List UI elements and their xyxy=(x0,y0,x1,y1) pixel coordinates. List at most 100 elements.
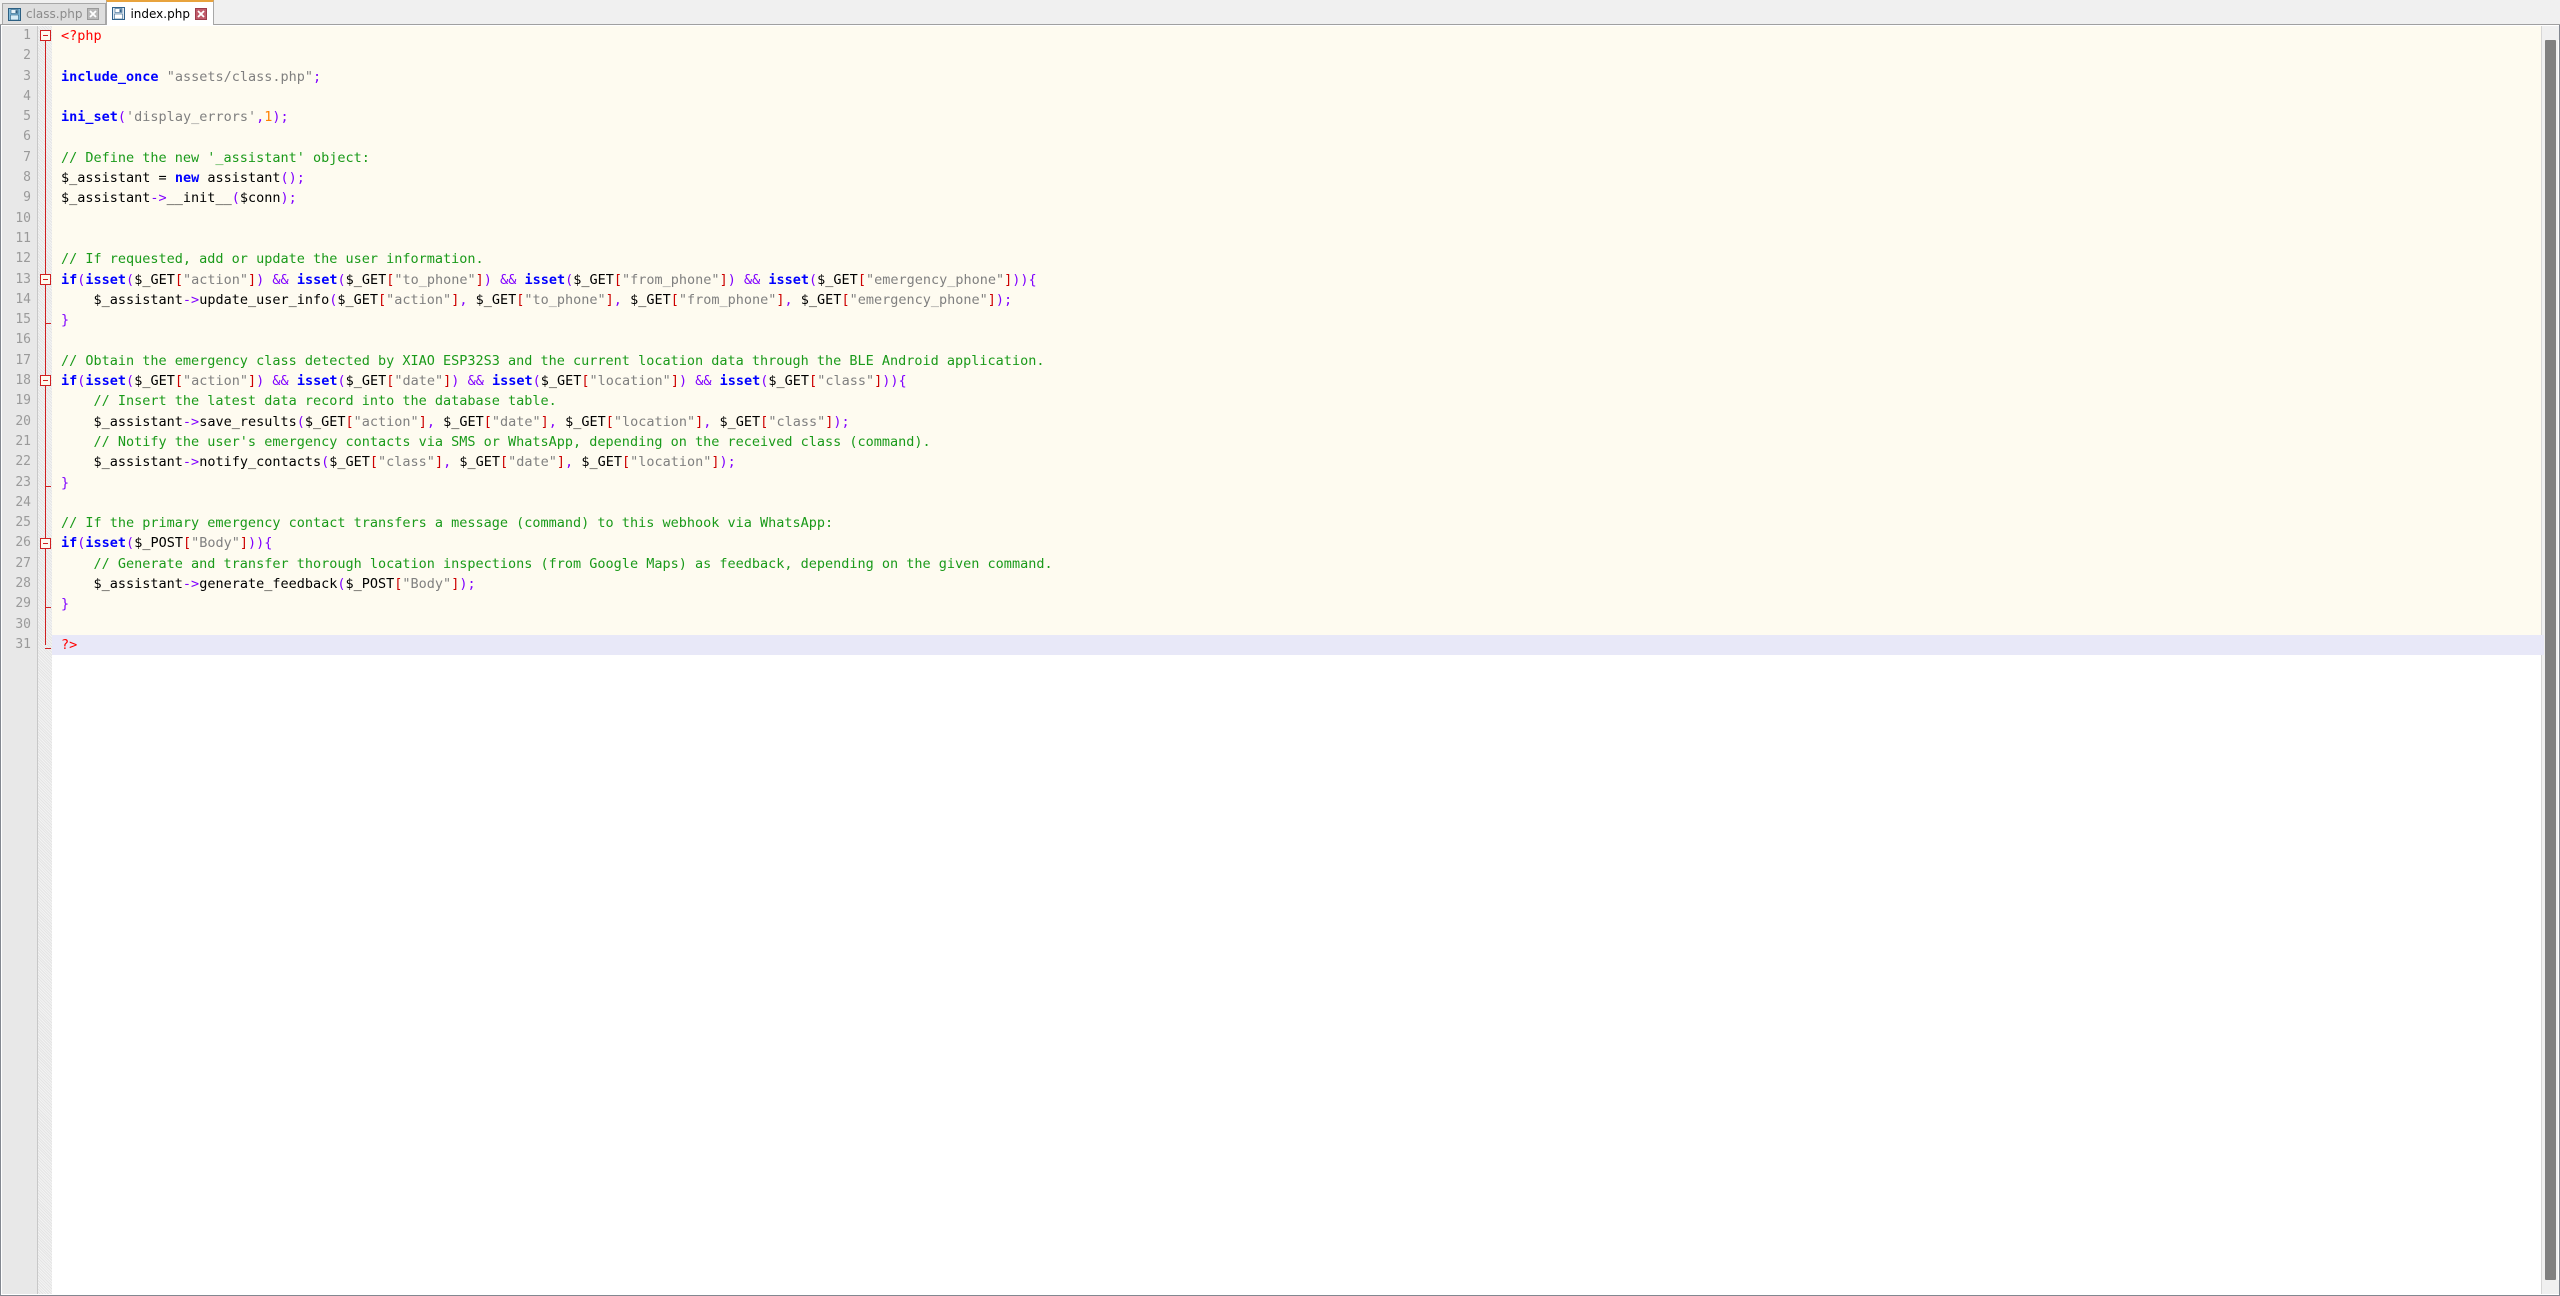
code-line[interactable]: $_assistant->generate_feedback($_POST["B… xyxy=(52,574,2544,594)
code-token: [ xyxy=(175,272,183,288)
code-token: () xyxy=(280,170,296,186)
code-token: 'display_errors' xyxy=(126,109,256,125)
code-line[interactable] xyxy=(52,330,2544,350)
code-token: isset xyxy=(85,272,126,288)
code-line[interactable]: // Notify the user's emergency contacts … xyxy=(52,432,2544,452)
code-line[interactable]: $_assistant->__init__($conn); xyxy=(52,188,2544,208)
code-line[interactable] xyxy=(52,229,2544,249)
code-token: $_GET xyxy=(768,373,809,389)
fold-collapse-box[interactable] xyxy=(40,30,51,41)
scroll-up-arrow-icon[interactable] xyxy=(2542,26,2559,40)
code-token: "class" xyxy=(817,373,874,389)
code-line[interactable] xyxy=(52,493,2544,513)
fold-line xyxy=(45,548,46,605)
code-lines: <?php include_once "assets/class.php"; i… xyxy=(52,26,2544,655)
line-number: 26 xyxy=(2,533,37,553)
code-line[interactable]: // Insert the latest data record into th… xyxy=(52,391,2544,411)
code-line[interactable] xyxy=(52,127,2544,147)
code-line[interactable] xyxy=(52,209,2544,229)
code-line[interactable]: if(isset($_POST["Body"])){ xyxy=(52,533,2544,553)
code-line[interactable]: // Generate and transfer thorough locati… xyxy=(52,554,2544,574)
code-token: ] xyxy=(557,454,565,470)
code-token: $_GET xyxy=(337,292,378,308)
line-number: 22 xyxy=(2,452,37,472)
code-token: ] xyxy=(419,414,427,430)
code-token: ] xyxy=(476,272,484,288)
fold-collapse-box[interactable] xyxy=(40,274,51,285)
code-line[interactable]: include_once "assets/class.php"; xyxy=(52,67,2544,87)
code-token: [ xyxy=(378,292,386,308)
code-line[interactable]: <?php xyxy=(52,26,2544,46)
code-token: [ xyxy=(622,454,630,470)
code-token: "date" xyxy=(492,414,541,430)
code-token: $_assistant xyxy=(61,292,183,308)
code-token: isset xyxy=(297,272,338,288)
tab-index-php[interactable]: index.php xyxy=(106,0,213,25)
tab-label: class.php xyxy=(26,8,82,20)
code-token: ( xyxy=(297,414,305,430)
code-line[interactable]: } xyxy=(52,473,2544,493)
code-line[interactable]: if(isset($_GET["action"]) && isset($_GET… xyxy=(52,270,2544,290)
code-token: isset xyxy=(85,535,126,551)
scroll-down-arrow-icon[interactable] xyxy=(2542,1280,2559,1294)
code-pane[interactable]: 1234567891011121314151617181920212223242… xyxy=(2,26,2544,1294)
code-line[interactable]: $_assistant->notify_contacts($_GET["clas… xyxy=(52,452,2544,472)
code-token: "action" xyxy=(354,414,419,430)
code-token: [ xyxy=(671,292,679,308)
code-token: -> xyxy=(183,576,199,592)
line-number: 30 xyxy=(2,615,37,635)
code-line[interactable]: ini_set('display_errors',1); xyxy=(52,107,2544,127)
code-token: ); xyxy=(720,454,736,470)
fold-line xyxy=(45,284,46,321)
code-token: ( xyxy=(118,109,126,125)
line-number: 7 xyxy=(2,148,37,168)
code-token: , xyxy=(785,292,801,308)
fold-line xyxy=(45,385,46,483)
code-line[interactable]: // If requested, add or update the user … xyxy=(52,249,2544,269)
code-token: __init__ xyxy=(167,190,232,206)
code-token: isset xyxy=(85,373,126,389)
line-number: 8 xyxy=(2,168,37,188)
code-token: ( xyxy=(232,190,240,206)
code-token: $_assistant xyxy=(61,576,183,592)
code-token: ( xyxy=(337,576,345,592)
code-line[interactable]: } xyxy=(52,310,2544,330)
code-line[interactable] xyxy=(52,46,2544,66)
code-text-area[interactable]: <?php include_once "assets/class.php"; i… xyxy=(52,26,2544,1294)
code-line[interactable]: // Define the new '_assistant' object: xyxy=(52,148,2544,168)
code-line[interactable]: ?> xyxy=(52,635,2544,655)
code-token: $_GET xyxy=(581,454,622,470)
code-token: && xyxy=(272,272,288,288)
scrollbar-thumb[interactable] xyxy=(2545,40,2556,1280)
code-line[interactable]: // If the primary emergency contact tran… xyxy=(52,513,2544,533)
code-token: ] xyxy=(711,454,719,470)
line-number: 24 xyxy=(2,493,37,513)
line-number: 11 xyxy=(2,229,37,249)
code-token: ] xyxy=(776,292,784,308)
line-number: 10 xyxy=(2,209,37,229)
close-icon[interactable] xyxy=(195,8,207,20)
code-line[interactable]: } xyxy=(52,594,2544,614)
code-editor[interactable]: 1234567891011121314151617181920212223242… xyxy=(0,25,2560,1296)
code-line[interactable] xyxy=(52,87,2544,107)
code-line[interactable]: $_assistant->save_results($_GET["action"… xyxy=(52,412,2544,432)
code-line[interactable] xyxy=(52,615,2544,635)
fold-collapse-box[interactable] xyxy=(40,375,51,386)
code-token: ] xyxy=(240,535,248,551)
code-token: "location" xyxy=(590,373,671,389)
fold-collapse-box[interactable] xyxy=(40,538,51,549)
code-line[interactable]: if(isset($_GET["action"]) && isset($_GET… xyxy=(52,371,2544,391)
line-number: 9 xyxy=(2,188,37,208)
code-token: [ xyxy=(606,414,614,430)
code-token: )){ xyxy=(882,373,906,389)
code-line[interactable]: // Obtain the emergency class detected b… xyxy=(52,351,2544,371)
code-token: ) xyxy=(256,272,272,288)
code-line[interactable]: $_assistant = new assistant(); xyxy=(52,168,2544,188)
code-token: -> xyxy=(150,190,166,206)
line-number: 13 xyxy=(2,270,37,290)
fold-margin[interactable] xyxy=(38,26,52,1294)
code-line[interactable]: $_assistant->update_user_info($_GET["act… xyxy=(52,290,2544,310)
tab-class-php[interactable]: class.php xyxy=(2,3,106,24)
close-icon[interactable] xyxy=(87,8,99,20)
line-number: 4 xyxy=(2,87,37,107)
